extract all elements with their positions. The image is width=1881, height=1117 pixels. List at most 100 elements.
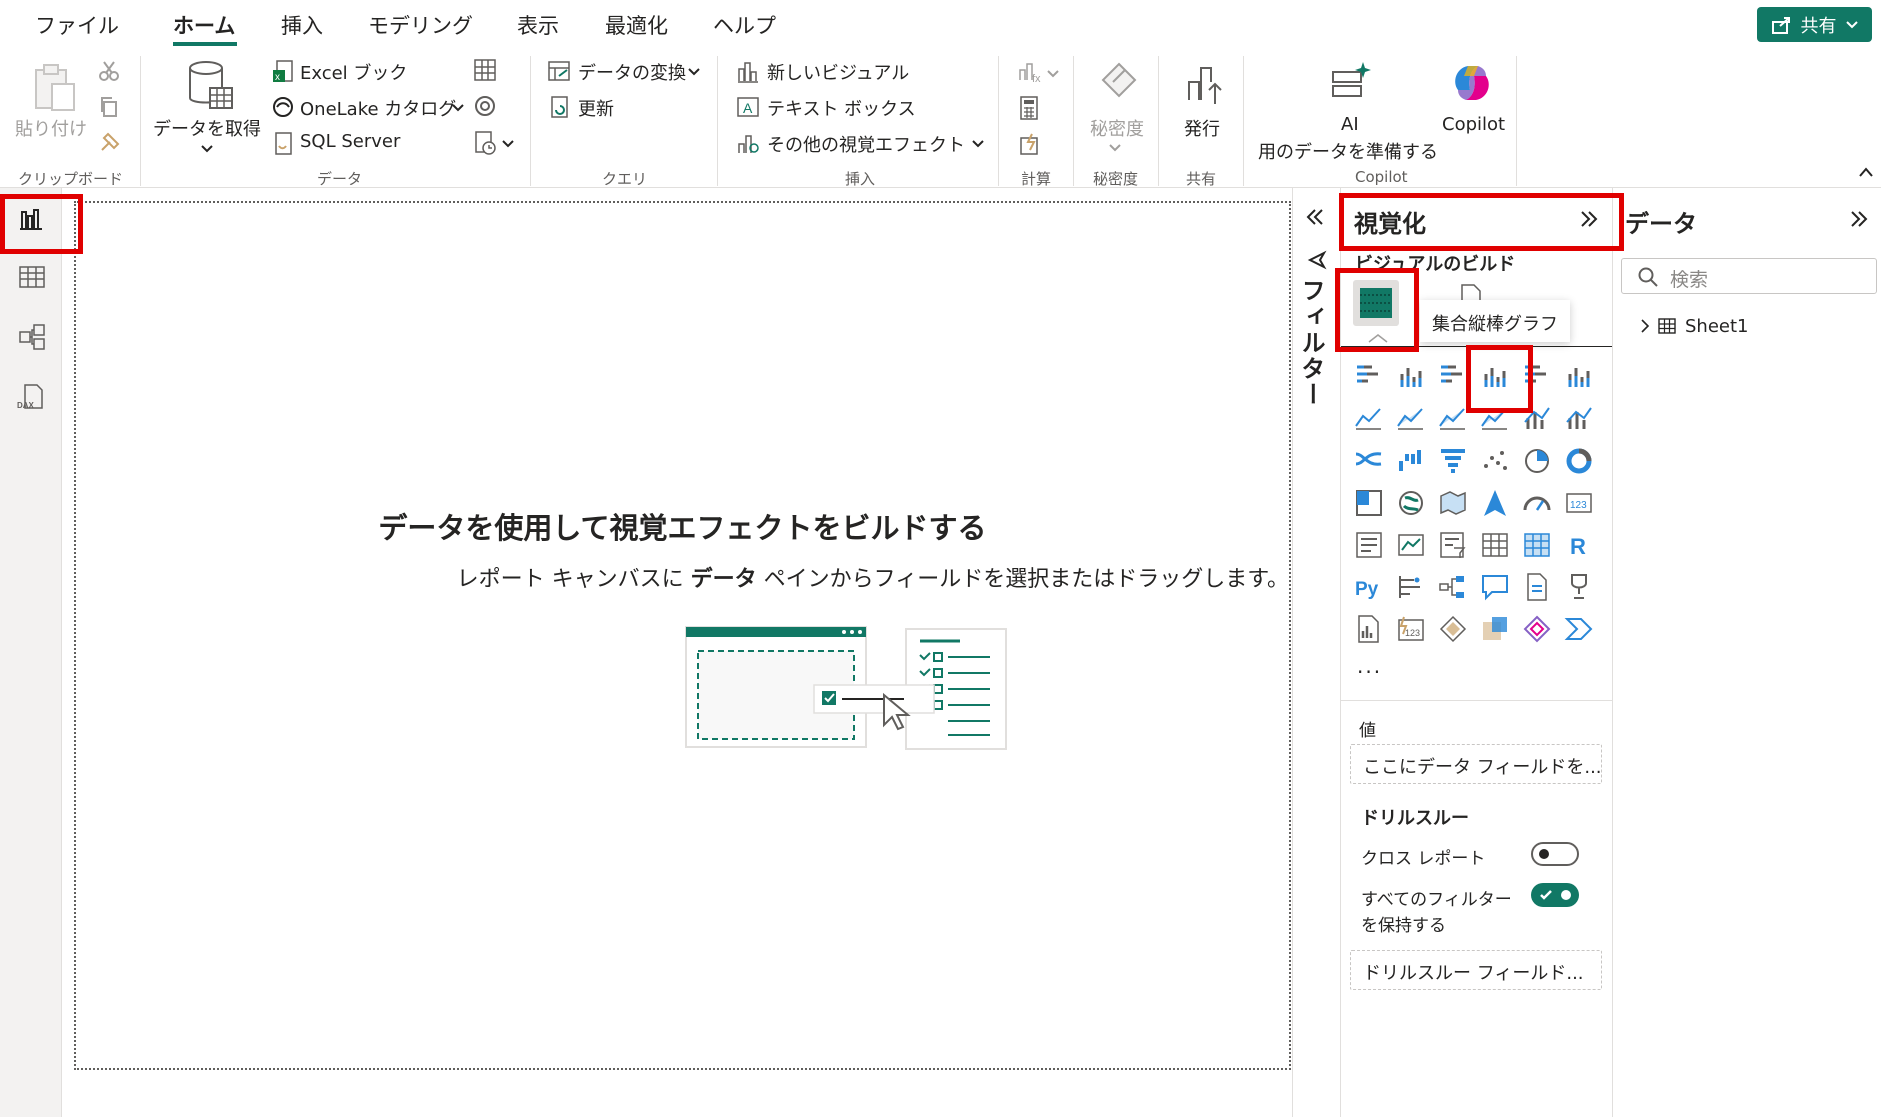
visual-power-automate-icon[interactable] bbox=[1480, 614, 1510, 644]
visualizations-title: 視覚化 bbox=[1354, 210, 1426, 238]
visual-gauge-icon[interactable] bbox=[1522, 488, 1552, 518]
visual-treemap-icon[interactable] bbox=[1354, 488, 1384, 518]
calculator-icon[interactable] bbox=[1018, 96, 1040, 120]
visual-map-icon[interactable] bbox=[1396, 488, 1426, 518]
visual-100-stacked-area-icon[interactable] bbox=[1480, 404, 1510, 434]
prep-data-ai-label-1[interactable]: AI bbox=[1341, 114, 1359, 135]
new-measure-icon[interactable]: fx bbox=[1017, 60, 1043, 84]
cut-icon[interactable] bbox=[98, 60, 120, 82]
visual-card-new-icon[interactable]: 123 bbox=[1396, 614, 1426, 644]
table-view-icon[interactable] bbox=[17, 262, 47, 292]
get-data-button[interactable]: データを取得 bbox=[153, 115, 261, 141]
visual-scatter-icon[interactable] bbox=[1480, 446, 1510, 476]
visual-qa-icon[interactable] bbox=[1480, 572, 1510, 602]
cross-report-toggle[interactable] bbox=[1531, 842, 1579, 866]
visual-python-visual-icon[interactable]: Py bbox=[1354, 572, 1384, 602]
build-visual-tab[interactable] bbox=[1353, 280, 1399, 326]
visual-key-influencers-icon[interactable] bbox=[1396, 572, 1426, 602]
visual-ribbon-chart-icon[interactable] bbox=[1354, 446, 1384, 476]
tab-home[interactable]: ホーム bbox=[173, 10, 235, 40]
table-item-sheet1[interactable]: Sheet1 bbox=[1685, 316, 1749, 337]
tab-help[interactable]: ヘルプ bbox=[713, 10, 776, 40]
tab-optimize[interactable]: 最適化 bbox=[605, 10, 668, 40]
copilot-button[interactable]: Copilot bbox=[1442, 114, 1505, 135]
visual-100-stacked-column-icon[interactable] bbox=[1564, 362, 1594, 392]
collapse-ribbon-icon[interactable] bbox=[1858, 166, 1874, 178]
data-search-input[interactable]: 検索 bbox=[1621, 258, 1877, 294]
tab-view[interactable]: 表示 bbox=[517, 10, 559, 40]
visual-azure-map-icon[interactable] bbox=[1480, 488, 1510, 518]
visual-paginated-report-icon[interactable] bbox=[1354, 614, 1384, 644]
onelake-catalog-button[interactable]: OneLake カタログ bbox=[300, 95, 456, 121]
paste-icon bbox=[35, 64, 75, 111]
dax-query-view-icon[interactable]: DAX bbox=[17, 382, 47, 412]
dataverse-icon[interactable] bbox=[473, 94, 497, 118]
visual-table-icon[interactable] bbox=[1480, 530, 1510, 560]
values-field-well[interactable]: ここにデータ フィールドを... bbox=[1350, 744, 1602, 784]
visual-funnel-icon[interactable] bbox=[1438, 446, 1468, 476]
sql-server-button[interactable]: SQL Server bbox=[300, 131, 400, 152]
visual-stacked-column-icon[interactable] bbox=[1396, 362, 1426, 392]
visual-line-and-stacked-column-icon[interactable] bbox=[1522, 404, 1552, 434]
visual-stacked-area-icon[interactable] bbox=[1438, 404, 1468, 434]
copy-icon[interactable] bbox=[98, 96, 120, 118]
table-icon bbox=[1658, 318, 1676, 334]
publish-button[interactable]: 発行 bbox=[1184, 115, 1220, 141]
visual-goals-icon[interactable] bbox=[1564, 572, 1594, 602]
model-view-icon[interactable] bbox=[17, 322, 47, 352]
quick-measure-icon[interactable] bbox=[1018, 132, 1042, 156]
report-canvas[interactable]: データを使用して視覚エフェクトをビルドする レポート キャンバスに データ ペイ… bbox=[74, 201, 1291, 1070]
visual-r-visual-icon[interactable]: R bbox=[1564, 530, 1594, 560]
tab-file[interactable]: ファイル bbox=[35, 10, 119, 40]
filter-icon bbox=[1307, 250, 1327, 270]
build-visual-label: ビジュアルのビルド bbox=[1355, 254, 1516, 275]
transform-data-button[interactable]: データの変換 bbox=[578, 59, 686, 85]
visual-line-icon[interactable] bbox=[1354, 404, 1384, 434]
visual-multi-row-card-icon[interactable] bbox=[1354, 530, 1384, 560]
new-visual-button[interactable]: 新しいビジュアル bbox=[767, 59, 909, 85]
visual-decomposition-tree-icon[interactable] bbox=[1438, 572, 1468, 602]
more-visuals-ellipsis[interactable]: ... bbox=[1357, 654, 1382, 678]
visual-power-bi-visual-icon[interactable] bbox=[1564, 614, 1594, 644]
visual-pie-icon[interactable] bbox=[1522, 446, 1552, 476]
publish-icon bbox=[1188, 67, 1222, 104]
filters-pane-collapsed[interactable]: フィルター bbox=[1292, 188, 1340, 1117]
sensitivity-button[interactable]: 秘密度 bbox=[1090, 115, 1144, 141]
data-pane-title: データ bbox=[1625, 210, 1697, 238]
visual-filled-map-icon[interactable] bbox=[1438, 488, 1468, 518]
visual-100-stacked-bar-icon[interactable] bbox=[1522, 362, 1552, 392]
tab-insert[interactable]: 挿入 bbox=[281, 10, 323, 40]
text-box-button[interactable]: テキスト ボックス bbox=[767, 95, 916, 121]
visual-card-icon[interactable]: 123 bbox=[1564, 488, 1594, 518]
keep-filters-toggle[interactable] bbox=[1531, 883, 1579, 907]
share-button[interactable]: 共有 bbox=[1757, 7, 1872, 42]
prep-data-ai-label-2[interactable]: 用のデータを準備する bbox=[1258, 138, 1438, 164]
refresh-button[interactable]: 更新 bbox=[578, 95, 614, 121]
recent-sources-icon[interactable] bbox=[473, 130, 499, 156]
more-visuals-button[interactable]: その他の視覚エフェクト bbox=[767, 131, 965, 157]
excel-workbook-button[interactable]: Excel ブック bbox=[300, 59, 407, 85]
drillthrough-field-well[interactable]: ドリルスルー フィールド... bbox=[1350, 950, 1602, 990]
visual-smart-narrative-icon[interactable] bbox=[1522, 572, 1552, 602]
visual-power-apps-icon[interactable] bbox=[1438, 614, 1468, 644]
collapse-visualizations-icon[interactable] bbox=[1579, 210, 1599, 228]
format-painter-icon[interactable] bbox=[98, 130, 122, 154]
visual-donut-icon[interactable] bbox=[1564, 446, 1594, 476]
visual-clustered-column-icon[interactable] bbox=[1480, 362, 1510, 392]
visual-clustered-bar-icon[interactable] bbox=[1438, 362, 1468, 392]
visual-kpi-icon[interactable] bbox=[1396, 530, 1426, 560]
visual-matrix-icon[interactable] bbox=[1522, 530, 1552, 560]
paste-button[interactable]: 貼り付け bbox=[15, 115, 87, 141]
chevron-right-icon[interactable] bbox=[1639, 318, 1651, 334]
visual-area-icon[interactable] bbox=[1396, 404, 1426, 434]
enter-data-icon[interactable] bbox=[473, 58, 497, 82]
visual-slicer-icon[interactable] bbox=[1438, 530, 1468, 560]
visual-waterfall-icon[interactable] bbox=[1396, 446, 1426, 476]
visual-line-and-clustered-column-icon[interactable] bbox=[1564, 404, 1594, 434]
tab-modeling[interactable]: モデリング bbox=[368, 10, 473, 40]
visual-stacked-bar-icon[interactable] bbox=[1354, 362, 1384, 392]
report-view-icon[interactable] bbox=[17, 204, 47, 234]
expand-filters-icon[interactable] bbox=[1305, 208, 1325, 226]
visual-other-visual-icon[interactable] bbox=[1522, 614, 1552, 644]
collapse-data-pane-icon[interactable] bbox=[1849, 210, 1869, 228]
